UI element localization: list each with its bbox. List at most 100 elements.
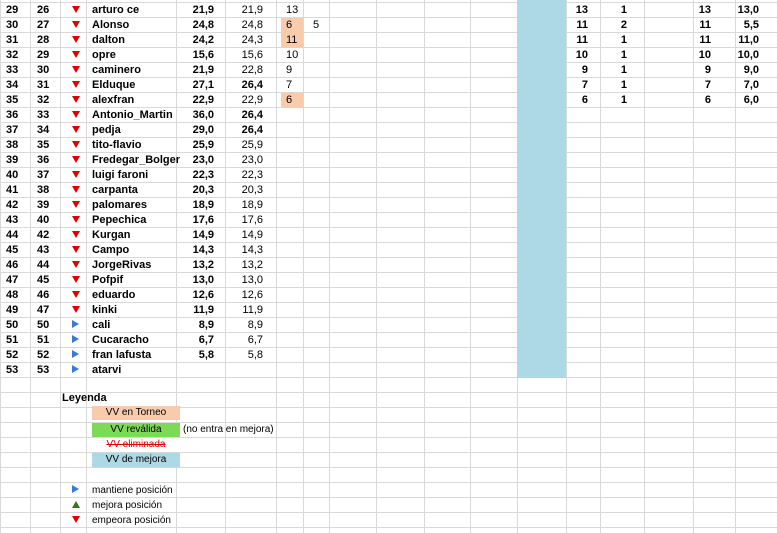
total-cell bbox=[566, 333, 588, 348]
vv-cell bbox=[281, 213, 303, 228]
sum-cell bbox=[693, 168, 711, 183]
average-cell bbox=[735, 333, 759, 348]
down-arrow-icon bbox=[72, 303, 80, 318]
grid-column-line bbox=[0, 0, 1, 533]
previous-position-cell: 43 bbox=[37, 244, 50, 256]
right-arrow-icon bbox=[72, 348, 79, 363]
down-arrow-icon bbox=[72, 93, 80, 108]
vv-extra-cell bbox=[303, 3, 329, 18]
right-arrow-icon bbox=[72, 363, 79, 378]
position-cell: 34 bbox=[6, 79, 19, 91]
legend-eliminada: VV eliminada bbox=[92, 438, 180, 452]
vv-cell bbox=[281, 168, 303, 183]
player-name-cell: palomares bbox=[92, 199, 148, 211]
sum-cell bbox=[693, 138, 711, 153]
total-cell bbox=[566, 198, 588, 213]
count-cell bbox=[600, 168, 627, 183]
down-arrow-icon bbox=[72, 513, 80, 528]
score-cell: 14,3 bbox=[192, 244, 214, 256]
score-cell: 25,9 bbox=[192, 139, 214, 151]
average-cell bbox=[735, 303, 759, 318]
total-cell bbox=[566, 258, 588, 273]
total-cell bbox=[566, 213, 588, 228]
vv-cell bbox=[281, 108, 303, 123]
previous-position-cell: 33 bbox=[37, 109, 50, 121]
previous-position-cell: 51 bbox=[37, 334, 50, 346]
previous-position-cell: 50 bbox=[37, 319, 50, 331]
average-cell bbox=[735, 243, 759, 258]
score-cell: 12,6 bbox=[192, 289, 214, 301]
total-cell: 13 bbox=[575, 4, 588, 16]
vv-extra-cell bbox=[303, 273, 329, 288]
position-cell: 50 bbox=[6, 319, 19, 331]
previous-position-cell: 27 bbox=[37, 19, 50, 31]
player-name-cell: atarvi bbox=[92, 364, 122, 376]
position-cell: 38 bbox=[6, 139, 19, 151]
average-cell bbox=[735, 288, 759, 303]
vv-cell bbox=[281, 288, 303, 303]
average-cell bbox=[735, 348, 759, 363]
previous-position-cell: 46 bbox=[37, 289, 50, 301]
count-cell bbox=[600, 198, 627, 213]
best-score-cell: 5,8 bbox=[247, 349, 263, 361]
score-cell: 8,9 bbox=[198, 319, 214, 331]
position-cell: 33 bbox=[6, 64, 19, 76]
count-cell bbox=[600, 153, 627, 168]
previous-position-cell: 45 bbox=[37, 274, 50, 286]
player-name-cell: arturo ce bbox=[92, 4, 140, 16]
sum-cell: 11 bbox=[699, 34, 711, 46]
vv-cell bbox=[281, 198, 303, 213]
average-cell bbox=[735, 108, 759, 123]
count-cell bbox=[600, 288, 627, 303]
player-name-cell: dalton bbox=[92, 34, 125, 46]
score-cell: 21,9 bbox=[192, 64, 214, 76]
total-cell bbox=[566, 303, 588, 318]
score-cell: 14,9 bbox=[192, 229, 214, 241]
total-cell bbox=[566, 243, 588, 258]
total-cell bbox=[566, 273, 588, 288]
vv-cell: 6 bbox=[281, 93, 303, 108]
count-cell: 1 bbox=[620, 64, 627, 76]
sum-cell bbox=[693, 333, 711, 348]
sum-cell bbox=[693, 123, 711, 138]
vv-extra-cell bbox=[303, 33, 329, 48]
position-cell: 51 bbox=[6, 334, 19, 346]
sum-cell bbox=[693, 288, 711, 303]
vv-cell bbox=[281, 228, 303, 243]
down-arrow-icon bbox=[72, 33, 80, 48]
total-cell bbox=[566, 183, 588, 198]
vv-extra-cell bbox=[303, 153, 329, 168]
position-cell: 41 bbox=[6, 184, 19, 196]
best-score-cell: 25,9 bbox=[241, 139, 263, 151]
sum-cell bbox=[693, 258, 711, 273]
best-score-cell: 26,4 bbox=[241, 109, 263, 121]
down-arrow-icon bbox=[72, 123, 80, 138]
position-cell: 35 bbox=[6, 94, 19, 106]
sum-cell bbox=[693, 273, 711, 288]
score-cell: 24,8 bbox=[192, 19, 214, 31]
best-score-cell: 6,7 bbox=[247, 334, 263, 346]
total-cell bbox=[566, 168, 588, 183]
legend-mantiene: mantiene posición bbox=[92, 485, 173, 496]
grid-column-line bbox=[424, 0, 425, 533]
previous-position-cell: 34 bbox=[37, 124, 50, 136]
best-score-cell: 26,4 bbox=[241, 124, 263, 136]
grid-column-line bbox=[30, 0, 31, 533]
score-cell: 20,3 bbox=[192, 184, 214, 196]
count-cell bbox=[600, 363, 627, 378]
down-arrow-icon bbox=[72, 78, 80, 93]
best-score-cell: 24,3 bbox=[241, 34, 263, 46]
legend-mejora-pos: mejora posición bbox=[92, 500, 163, 511]
previous-position-cell: 28 bbox=[37, 34, 50, 46]
previous-position-cell: 47 bbox=[37, 304, 50, 316]
score-cell: 27,1 bbox=[192, 79, 214, 91]
player-name-cell: opre bbox=[92, 49, 116, 61]
vv-cell bbox=[281, 303, 303, 318]
vv-extra-cell bbox=[303, 48, 329, 63]
previous-position-cell: 31 bbox=[37, 79, 50, 91]
vv-extra-cell bbox=[303, 138, 329, 153]
score-cell: 36,0 bbox=[192, 109, 214, 121]
previous-position-cell: 35 bbox=[37, 139, 50, 151]
best-score-cell: 12,6 bbox=[241, 289, 263, 301]
position-cell: 46 bbox=[6, 259, 19, 271]
